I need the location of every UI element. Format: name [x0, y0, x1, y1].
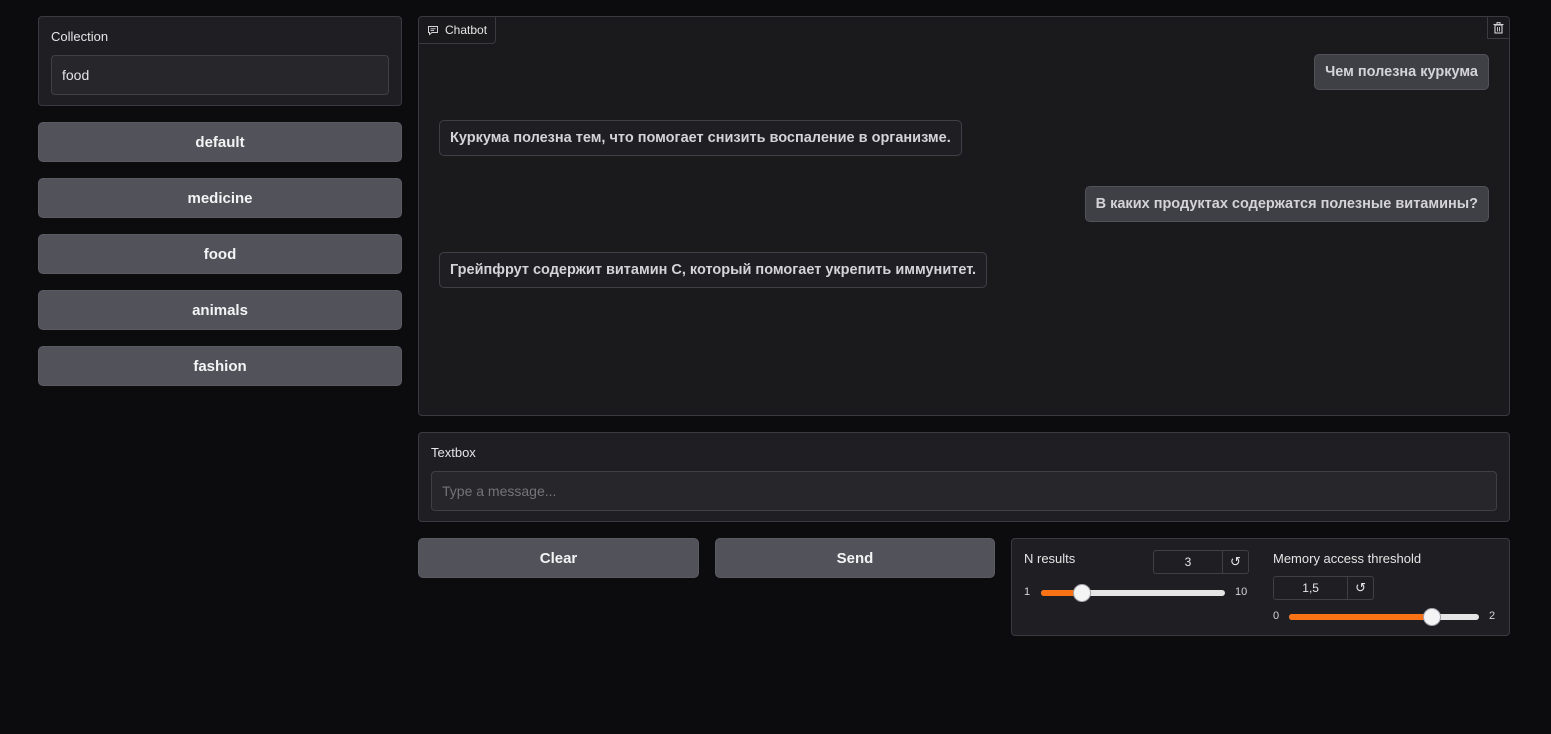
send-button[interactable]: Send [715, 538, 995, 578]
settings-panel: N results 3 ↺ 1 10 Memory access thresho… [1011, 538, 1510, 636]
collection-panel: Collection food [38, 16, 402, 106]
memory-threshold-slider-fill [1289, 614, 1432, 620]
collection-button-food[interactable]: food [38, 234, 402, 274]
reset-icon[interactable]: ↺ [1222, 551, 1248, 573]
n-results-label: N results [1024, 551, 1076, 566]
memory-threshold-number[interactable]: 1,5 ↺ [1273, 576, 1374, 600]
message-input[interactable] [431, 471, 1497, 511]
memory-threshold-min: 0 [1273, 610, 1280, 622]
chat-icon [427, 25, 439, 36]
chat-message-bot: Куркума полезна тем, что помогает снизит… [439, 120, 962, 156]
textbox-label: Textbox [431, 445, 476, 460]
collection-input[interactable]: food [51, 55, 389, 95]
collection-button-animals[interactable]: animals [38, 290, 402, 330]
chat-message-user: Чем полезна куркума [1314, 54, 1489, 90]
n-results-min: 1 [1024, 586, 1031, 598]
collection-label: Collection [51, 29, 109, 44]
collection-button-medicine[interactable]: medicine [38, 178, 402, 218]
n-results-value[interactable]: 3 [1154, 551, 1222, 573]
n-results-max: 10 [1235, 586, 1248, 598]
chatbot-tab-label: Chatbot [445, 23, 488, 37]
memory-threshold-max: 2 [1489, 610, 1496, 622]
textbox-panel: Textbox [418, 432, 1510, 522]
chat-message-user: В каких продуктах содержатся полезные ви… [1084, 186, 1489, 222]
chatbot-panel: Chatbot Чем полезна куркума Куркума поле… [418, 16, 1510, 416]
clear-button[interactable]: Clear [418, 538, 699, 578]
memory-threshold-value[interactable]: 1,5 [1274, 577, 1347, 599]
memory-threshold-slider[interactable] [1289, 608, 1479, 626]
chatbot-tab: Chatbot [419, 17, 497, 44]
n-results-slider[interactable] [1041, 584, 1225, 602]
n-results-number[interactable]: 3 ↺ [1153, 550, 1249, 574]
n-results-slider-thumb[interactable] [1073, 584, 1091, 602]
memory-threshold-label: Memory access threshold [1273, 551, 1422, 566]
chat-message-bot: Грейпфрут содержит витамин С, который по… [439, 252, 988, 288]
trash-icon[interactable] [1487, 17, 1509, 39]
collection-button-fashion[interactable]: fashion [38, 346, 402, 386]
memory-threshold-slider-thumb[interactable] [1423, 608, 1441, 626]
collection-button-default[interactable]: default [38, 122, 402, 162]
reset-icon[interactable]: ↺ [1347, 577, 1373, 599]
